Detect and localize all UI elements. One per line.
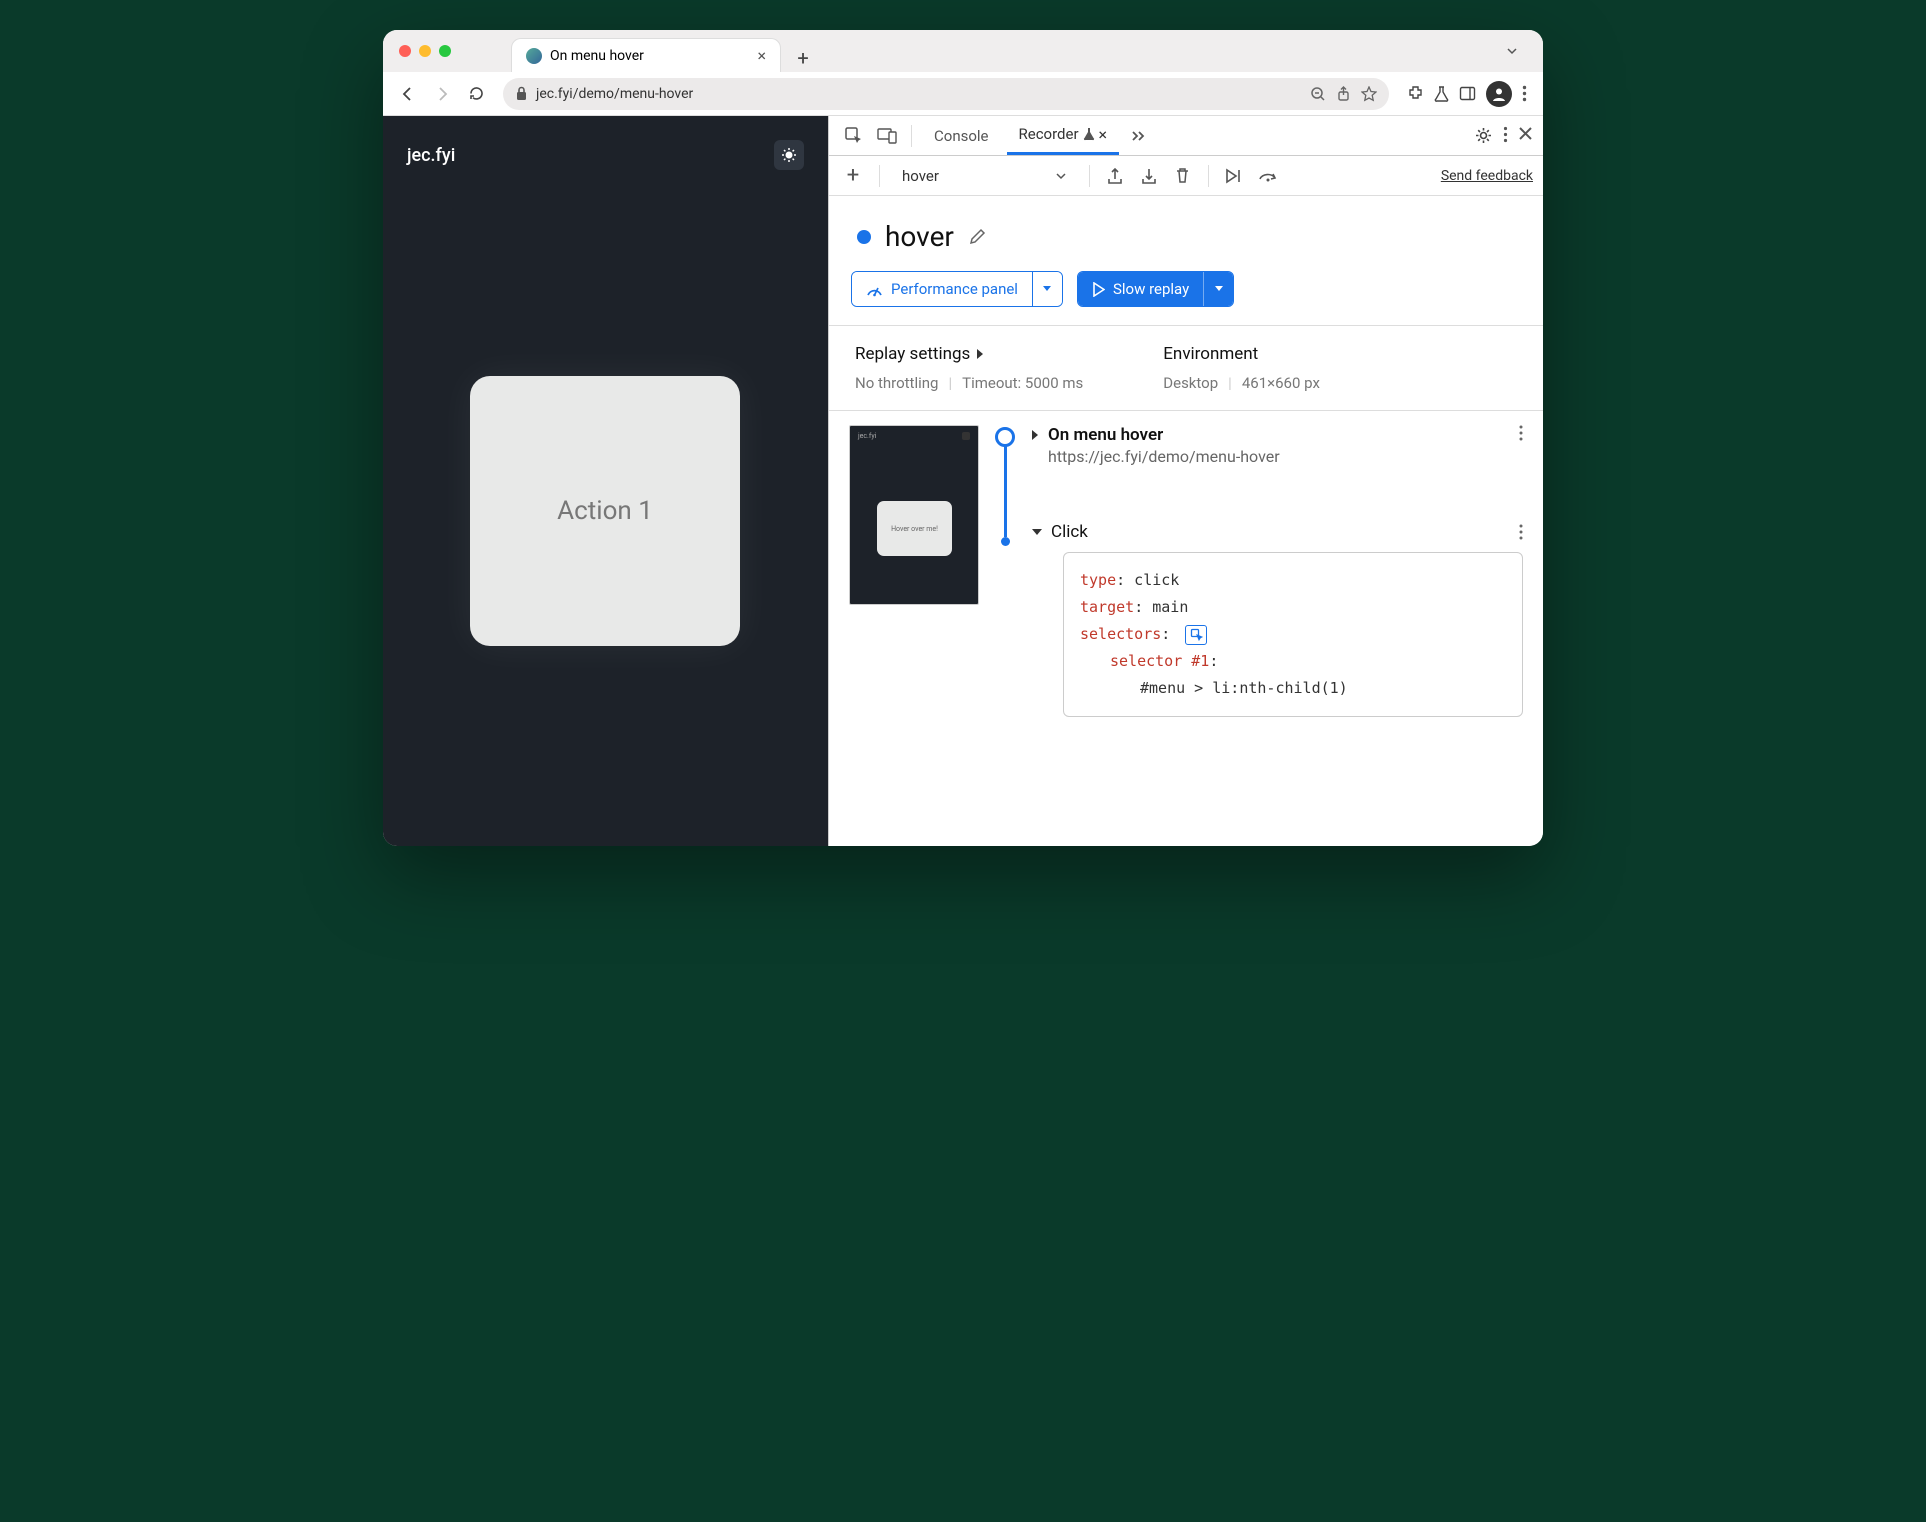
throttling-value: No throttling: [855, 374, 938, 392]
tab-favicon: [526, 48, 542, 64]
performance-panel-button[interactable]: Performance panel: [851, 271, 1063, 307]
theme-toggle-button[interactable]: [774, 140, 804, 170]
steps-list: Hover over me! On menu hover https://jec…: [829, 411, 1543, 731]
timeout-value: Timeout: 5000 ms: [962, 374, 1083, 392]
chevron-right-icon: [976, 348, 984, 360]
step-timeline: [995, 425, 1015, 717]
site-title[interactable]: jec.fyi: [407, 145, 455, 166]
browser-tab[interactable]: On menu hover ×: [511, 38, 781, 72]
more-tabs-icon[interactable]: [1125, 122, 1153, 150]
forward-button[interactable]: [427, 79, 457, 109]
recorder-tab[interactable]: Recorder ×: [1007, 116, 1120, 155]
new-tab-button[interactable]: +: [789, 44, 817, 72]
slow-replay-button[interactable]: Slow replay: [1077, 271, 1234, 307]
recording-indicator-icon: [857, 230, 871, 244]
recorder-toolbar: + hover Send feedback: [829, 156, 1543, 196]
chevron-down-icon: [1031, 528, 1043, 537]
omnibox[interactable]: jec.fyi/demo/menu-hover: [503, 78, 1389, 110]
step-title: On menu hover: [1048, 425, 1280, 445]
feedback-link[interactable]: Send feedback: [1441, 168, 1533, 184]
maximize-window-button[interactable]: [439, 45, 451, 57]
replay-dropdown[interactable]: [1203, 272, 1233, 306]
recording-title: hover: [885, 220, 954, 253]
close-tab-button[interactable]: ×: [757, 46, 766, 65]
device-value: Desktop: [1163, 374, 1218, 392]
url-text: jec.fyi/demo/menu-hover: [536, 86, 693, 102]
step-menu-icon[interactable]: [1519, 524, 1523, 540]
step-navigate[interactable]: On menu hover https://jec.fyi/demo/menu-…: [1031, 425, 1523, 466]
gauge-icon: [866, 282, 883, 297]
reload-button[interactable]: [461, 79, 491, 109]
recording-header: hover: [829, 196, 1543, 271]
back-button[interactable]: [393, 79, 423, 109]
demo-card[interactable]: Action 1: [470, 376, 740, 646]
flow-selector[interactable]: hover: [892, 167, 1077, 185]
step-menu-icon[interactable]: [1519, 425, 1523, 441]
close-devtools-icon[interactable]: [1518, 126, 1533, 145]
traffic-lights: [399, 45, 451, 57]
profile-avatar[interactable]: [1486, 81, 1512, 107]
step-details-code[interactable]: type: click target: main selectors: sele…: [1063, 552, 1523, 717]
export-icon[interactable]: [1102, 163, 1128, 189]
bookmark-icon[interactable]: [1361, 86, 1377, 102]
lock-icon: [515, 86, 528, 101]
selector-picker-icon[interactable]: [1185, 625, 1207, 645]
step-play-icon[interactable]: [1221, 163, 1247, 189]
window-titlebar: On menu hover × +: [383, 30, 1543, 72]
devtools-menu-icon[interactable]: [1503, 126, 1508, 145]
zoom-icon[interactable]: [1310, 86, 1326, 102]
step-over-icon[interactable]: [1255, 163, 1281, 189]
delete-icon[interactable]: [1170, 163, 1196, 189]
console-tab[interactable]: Console: [922, 116, 1001, 155]
tab-title: On menu hover: [550, 48, 644, 64]
tab-search-button[interactable]: [1497, 36, 1527, 66]
environment-header: Environment: [1163, 344, 1320, 364]
play-icon: [1092, 282, 1105, 297]
replay-settings-header[interactable]: Replay settings: [855, 344, 1083, 364]
share-icon[interactable]: [1336, 86, 1351, 102]
card-text: Action 1: [557, 496, 653, 526]
flask-icon: [1083, 127, 1095, 141]
edit-title-icon[interactable]: [968, 228, 986, 246]
browser-window: On menu hover × + jec.fyi/demo/menu-hove…: [383, 30, 1543, 846]
close-tab-icon[interactable]: ×: [1099, 125, 1108, 144]
add-recording-button[interactable]: +: [839, 163, 867, 188]
chevron-right-icon: [1031, 429, 1040, 441]
inspect-icon[interactable]: [839, 122, 867, 150]
devtools-tabs: Console Recorder ×: [829, 116, 1543, 156]
minimize-window-button[interactable]: [419, 45, 431, 57]
devtools-panel: Console Recorder × + hover: [828, 116, 1543, 846]
chrome-menu-icon[interactable]: [1522, 85, 1527, 102]
extensions-icon[interactable]: [1407, 85, 1424, 102]
step-click[interactable]: Click: [1031, 522, 1523, 542]
replay-settings-section: Replay settings No throttling | Timeout:…: [829, 325, 1543, 411]
import-icon[interactable]: [1136, 163, 1162, 189]
page-viewport: jec.fyi Action 1: [383, 116, 828, 846]
step-thumbnail[interactable]: Hover over me!: [849, 425, 979, 605]
labs-icon[interactable]: [1434, 85, 1449, 102]
device-toggle-icon[interactable]: [873, 122, 901, 150]
perf-dropdown[interactable]: [1032, 272, 1062, 306]
side-panel-icon[interactable]: [1459, 86, 1476, 101]
step-url: https://jec.fyi/demo/menu-hover: [1048, 447, 1280, 466]
close-window-button[interactable]: [399, 45, 411, 57]
settings-icon[interactable]: [1474, 126, 1493, 145]
address-bar: jec.fyi/demo/menu-hover: [383, 72, 1543, 116]
dimensions-value: 461×660 px: [1242, 374, 1320, 392]
